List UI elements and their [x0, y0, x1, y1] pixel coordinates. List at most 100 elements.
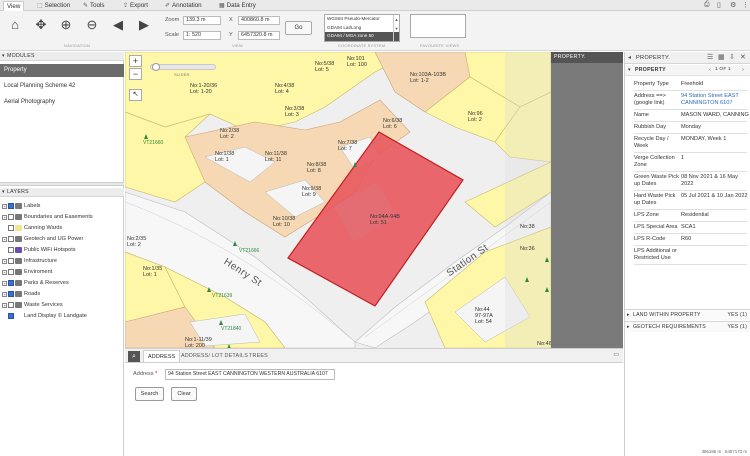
expand-layer-icon[interactable]	[2, 314, 7, 319]
next-record-icon[interactable]: ›	[742, 67, 744, 73]
layer-row[interactable]: + Labels	[2, 201, 40, 211]
layer-row[interactable]: Land Display © Landgate	[2, 311, 87, 321]
expand-layer-icon[interactable]: +	[2, 203, 7, 209]
geotech-requirements-section[interactable]: ▸ GEOTECH REQUIREMENTS YES (1)	[625, 321, 750, 332]
address-link[interactable]: 94 Station Street EAST CANNINGTON 6107	[681, 93, 750, 107]
layer-row[interactable]: + Boundaries and Easements	[2, 212, 93, 222]
layer-checkbox[interactable]	[8, 225, 14, 231]
more-icon[interactable]: ⋮	[742, 1, 749, 9]
minimize-panel-icon[interactable]: ▭	[613, 351, 619, 358]
tab-data-entry[interactable]: ▦ Data Entry	[216, 1, 259, 11]
go-button[interactable]: Go	[285, 21, 312, 35]
layer-icon	[15, 302, 22, 308]
bookmark-icon[interactable]: ▯	[717, 1, 721, 9]
layer-row[interactable]: Public WiFi Hotspots	[2, 245, 76, 255]
tab-selection[interactable]: ⬚ Selection	[34, 1, 73, 11]
projection-group-label: COORDINATE SYSTEM	[338, 43, 386, 48]
pan-icon[interactable]: ✥	[33, 17, 49, 33]
expand-layer-icon[interactable]: +	[2, 291, 7, 297]
layer-checkbox[interactable]	[8, 214, 14, 220]
zoom-in-icon[interactable]: ⊕	[58, 17, 74, 33]
favourite-views-box[interactable]	[410, 14, 466, 38]
expand-layer-icon[interactable]	[2, 248, 7, 253]
attribute-key: LPS R-Code	[634, 236, 666, 242]
layer-checkbox[interactable]	[8, 258, 14, 264]
prev-record-icon[interactable]: ‹	[709, 67, 711, 73]
y-coordinate-input[interactable]: 6457320.8 m	[238, 31, 280, 40]
row-divider	[634, 90, 747, 91]
x-coordinate-input[interactable]: 400860.8 m	[238, 16, 280, 25]
land-within-property-section[interactable]: ▸ LAND WITHIN PROPERTY YES (1)	[625, 309, 750, 320]
tab-annotation[interactable]: ✐ Annotation	[162, 1, 205, 11]
expand-layer-icon[interactable]: +	[2, 236, 7, 242]
tab-tools[interactable]: ✎ Tools	[80, 1, 107, 11]
layer-checkbox[interactable]	[8, 236, 14, 242]
attribute-value: R60	[681, 236, 692, 242]
layer-row[interactable]: + Parks & Reserves	[2, 278, 69, 288]
module-item-local-planning[interactable]: Local Planning Scheme 42	[0, 80, 124, 93]
lot-label: Lot: 1	[143, 272, 157, 278]
address-input[interactable]: 94 Station Street EAST CANNINGTON WESTER…	[165, 369, 335, 380]
layer-row[interactable]: + Waste Services	[2, 300, 63, 310]
panel-splitter[interactable]	[0, 182, 124, 186]
expand-layer-icon[interactable]: +	[2, 258, 7, 264]
map-zoom-in-button[interactable]: +	[129, 55, 142, 67]
zoom-label: Zoom	[165, 17, 180, 23]
layers-header[interactable]: ▾ LAYERS	[0, 188, 124, 197]
settings-icon[interactable]: ⚙	[730, 1, 736, 9]
modules-header[interactable]: ▾ MODULES	[0, 52, 124, 61]
projection-scrollbar[interactable]: ▲ ▼	[393, 15, 399, 41]
projection-option[interactable]: WGS84 Pseudo-Mercator	[325, 15, 399, 24]
expand-layer-icon[interactable]: +	[2, 302, 7, 308]
layer-checkbox[interactable]	[8, 313, 14, 319]
zoom-input[interactable]: 139.3 m	[183, 16, 221, 25]
layer-label: Geotech and UG Power	[24, 236, 84, 242]
layer-checkbox[interactable]	[8, 203, 14, 209]
tab-export[interactable]: ⇪ Export	[120, 1, 151, 11]
attribute-key: Address ==> (google link)	[634, 93, 666, 106]
search-button[interactable]: Search	[135, 387, 164, 401]
layer-checkbox[interactable]	[8, 291, 14, 297]
zoom-out-icon[interactable]: ⊖	[84, 17, 100, 33]
projection-option-selected[interactable]: GDA94 / MGA zone 50	[325, 32, 399, 41]
layer-row[interactable]: + Geotech and UG Power	[2, 234, 83, 244]
forward-arrow-icon[interactable]: ▶	[136, 17, 152, 33]
property-section-header[interactable]: ▾ PROPERTY ‹ 1 OF 1 ›	[625, 65, 750, 76]
expand-layer-icon[interactable]	[2, 226, 7, 231]
map-cursor-tool-button[interactable]: ↖	[129, 89, 142, 101]
scale-input[interactable]: 1: 520	[183, 31, 221, 40]
projection-list[interactable]: WGS84 Pseudo-Mercator GDA94 Lat/Long GDA…	[324, 14, 400, 42]
search-icon[interactable]: ⌕	[128, 351, 140, 362]
module-item-property[interactable]: Property	[0, 64, 124, 77]
opacity-slider-handle[interactable]	[152, 63, 160, 71]
layer-checkbox[interactable]	[8, 302, 14, 308]
export-data-icon[interactable]: ⇩	[729, 53, 735, 61]
print-icon[interactable]: ⎙	[704, 1, 710, 9]
expand-layer-icon[interactable]: +	[2, 269, 7, 275]
map-zoom-out-button[interactable]: −	[129, 68, 142, 80]
map-canvas[interactable]: Henry St Station St VT21660 VT21666 VT2163…	[125, 52, 551, 348]
layer-row[interactable]: + Infrastructure	[2, 256, 57, 266]
back-arrow-icon[interactable]: ◀	[110, 17, 126, 33]
expand-layer-icon[interactable]: +	[2, 280, 7, 286]
layer-checkbox[interactable]	[8, 269, 14, 275]
tab-address[interactable]: ADDRESS	[143, 350, 181, 362]
table-view-icon[interactable]: ▦	[718, 53, 725, 61]
collapse-arrow-icon[interactable]: ◂	[628, 54, 631, 61]
expand-layer-icon[interactable]: +	[2, 214, 7, 220]
layer-row[interactable]: + Enviroment	[2, 267, 52, 277]
list-view-icon[interactable]: ☰	[707, 53, 713, 61]
tab-trees[interactable]: TREES	[245, 350, 272, 362]
close-panel-icon[interactable]: ✕	[740, 53, 746, 61]
lot-label: Lot: 100	[347, 62, 367, 68]
clear-button[interactable]: Clear	[171, 387, 197, 401]
layer-row[interactable]: Canning Wards	[2, 223, 62, 233]
module-item-aerial-photography[interactable]: Aerial Photography	[0, 96, 124, 109]
home-icon[interactable]: ⌂	[7, 17, 23, 33]
projection-option[interactable]: GDA94 Lat/Long	[325, 24, 399, 33]
tab-address-lot-details[interactable]: ADDRESS/ LOT DETAILS	[177, 350, 252, 362]
layer-row[interactable]: + Roads	[2, 289, 40, 299]
tab-view[interactable]: View	[3, 1, 25, 11]
layer-checkbox[interactable]	[8, 247, 14, 253]
layer-checkbox[interactable]	[8, 280, 14, 286]
